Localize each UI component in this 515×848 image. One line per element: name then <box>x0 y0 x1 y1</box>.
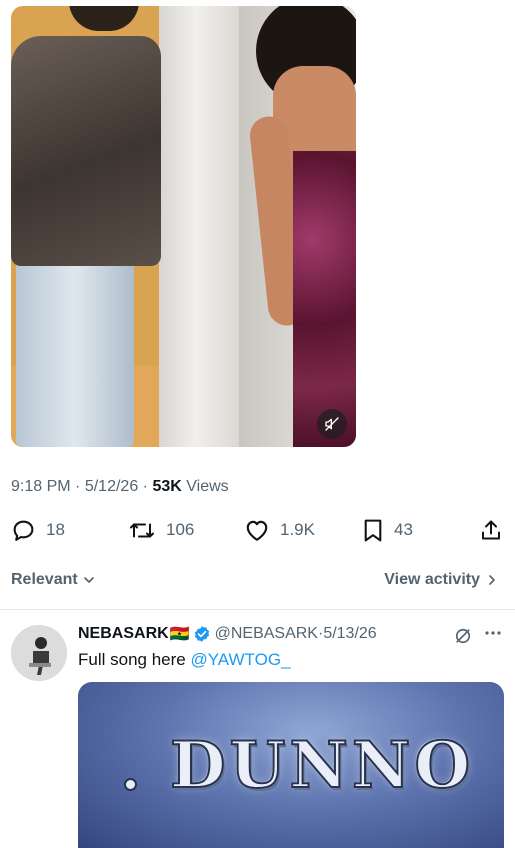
tweet-time: 9:18 PM <box>11 478 71 495</box>
reply-button[interactable]: 18 <box>11 516 65 544</box>
bookmark-count: 43 <box>394 520 413 539</box>
reply-author-line: NEBASARK 🇬🇭 @NEBASARK · 5/13/26 <box>78 624 377 644</box>
repost-icon <box>130 523 154 537</box>
reply-icon <box>13 520 34 541</box>
tweet-video[interactable] <box>11 6 356 447</box>
author-handle[interactable]: @NEBASARK <box>215 625 318 643</box>
repost-button[interactable]: 106 <box>128 516 194 544</box>
share-button[interactable] <box>479 516 503 544</box>
views-label: Views <box>186 478 229 495</box>
reply-media[interactable]: DUNNO <box>78 682 504 848</box>
chevron-down-icon <box>83 577 94 583</box>
video-figure-jacket <box>11 36 161 266</box>
like-button[interactable]: 1.9K <box>244 516 315 544</box>
tweet-date: 5/12/26 <box>84 478 139 495</box>
mute-button[interactable] <box>317 409 347 439</box>
bookmark-button[interactable]: 43 <box>362 516 413 544</box>
reply-count: 18 <box>46 520 65 539</box>
more-icon[interactable] <box>484 628 502 638</box>
meta-separator: · <box>142 478 153 495</box>
meta-separator: · <box>75 478 85 495</box>
reply-text: Full song here @YAWTOG_ <box>78 650 291 670</box>
video-figure-dress <box>293 151 356 447</box>
view-activity-link[interactable]: View activity <box>384 571 500 589</box>
divider <box>0 609 515 610</box>
repost-count: 106 <box>166 520 195 539</box>
bookmark-icon <box>364 519 382 541</box>
grok-icon[interactable] <box>453 626 473 646</box>
like-icon <box>246 520 268 541</box>
author-name[interactable]: NEBASARK <box>78 625 169 643</box>
mute-icon <box>325 417 339 431</box>
video-figure-jeans <box>16 241 134 447</box>
video-figure-head <box>69 6 139 31</box>
verified-icon <box>194 626 209 642</box>
sort-label: Relevant <box>11 571 78 588</box>
avatar[interactable] <box>11 625 67 681</box>
like-count: 1.9K <box>280 520 315 539</box>
mention-link[interactable]: @YAWTOG_ <box>190 650 290 669</box>
flag-emoji: 🇬🇭 <box>169 626 190 643</box>
video-pillar <box>159 6 239 447</box>
reply-date[interactable]: 5/13/26 <box>323 625 376 643</box>
view-activity-label: View activity <box>384 571 480 588</box>
chevron-right-icon <box>489 575 495 585</box>
views-count: 53K <box>152 478 182 495</box>
share-icon <box>482 520 500 539</box>
media-title: DUNNO <box>169 727 475 804</box>
avatar-image <box>11 625 67 681</box>
sort-replies-dropdown[interactable]: Relevant <box>11 571 97 589</box>
tweet-meta: 9:18 PM · 5/12/26 · 53K Views <box>11 478 229 496</box>
reply-body: Full song here <box>78 650 186 669</box>
title-dot <box>124 778 137 791</box>
